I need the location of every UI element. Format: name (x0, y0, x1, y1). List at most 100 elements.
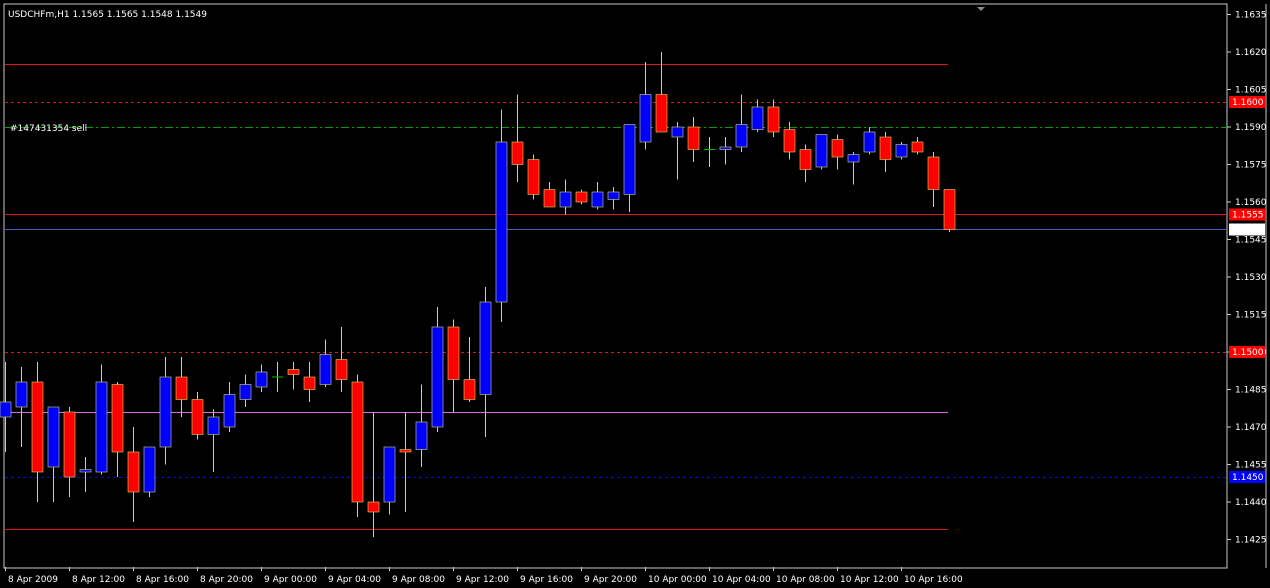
candle-10 (159, 357, 172, 465)
candle-body (511, 141, 524, 165)
candle-6 (95, 364, 108, 475)
candle-body (383, 446, 396, 503)
candle-32 (511, 94, 524, 182)
candle-18 (287, 362, 300, 390)
candle-body (255, 371, 268, 388)
y-tick-label: 1.1560 (1235, 198, 1267, 208)
candle-body (655, 94, 668, 133)
chart-shift-marker-icon[interactable] (977, 7, 985, 11)
candle-body (543, 189, 556, 208)
y-tick-label: 1.1470 (1235, 423, 1267, 433)
x-tick-label: 10 Apr 04:00 (712, 575, 771, 585)
symbol-info-label: USDCHFm,H1 1.1565 1.1565 1.1548 1.1549 (8, 10, 207, 20)
price-tag-3: 1.1500 (1229, 346, 1265, 358)
price-tag-2: 1.1549 (1229, 223, 1265, 236)
candle-39 (623, 124, 636, 212)
candle-44 (704, 137, 715, 167)
y-tick-label: 1.1590 (1235, 123, 1267, 133)
y-tick-label: 1.1530 (1235, 273, 1267, 283)
candle-57 (911, 137, 924, 155)
candle-body (943, 189, 956, 230)
candle-body (863, 131, 876, 153)
candle-56 (895, 142, 908, 160)
x-tick-label: 10 Apr 16:00 (904, 575, 963, 585)
candle-body (335, 359, 348, 380)
candle-body (911, 141, 924, 153)
candle-1 (15, 367, 28, 447)
candle-body (639, 94, 652, 143)
x-tick-label: 8 Apr 20:00 (200, 575, 253, 585)
y-tick-label: 1.1440 (1235, 498, 1267, 508)
price-tag-label: 1.1450 (1232, 473, 1264, 483)
candle-body (687, 126, 700, 150)
plot-frame (3, 3, 1228, 569)
x-tick-label: 8 Apr 2009 (8, 575, 58, 585)
candle-20 (319, 339, 332, 387)
candle-45 (719, 137, 732, 165)
candle-body (15, 381, 28, 408)
candle-body (95, 381, 108, 473)
candle-0 (0, 362, 12, 452)
candle-59 (943, 189, 956, 232)
candle-53 (847, 152, 860, 185)
candle-11 (175, 357, 188, 417)
candle-body (207, 416, 220, 435)
candle-body (527, 159, 540, 195)
x-tick-label: 8 Apr 16:00 (136, 575, 189, 585)
candle-27 (431, 307, 444, 432)
candle-23 (367, 412, 380, 537)
candle-body (623, 124, 636, 195)
candle-19 (303, 362, 316, 402)
candle-26 (415, 384, 428, 467)
y-tick-label: 1.1605 (1235, 86, 1267, 96)
y-tick-label: 1.1515 (1235, 311, 1267, 321)
candle-body (47, 406, 60, 468)
candle-4 (63, 407, 76, 497)
candle-3 (47, 406, 60, 502)
candle-24 (383, 446, 396, 515)
candle-29 (463, 337, 476, 402)
price-tag-1: 1.1555 (1229, 208, 1265, 221)
candle-47 (751, 99, 764, 132)
chart-window[interactable]: 1.1635 1.1620 1.1605 1.1590 1.1575 1.1560 1.15… (0, 0, 1270, 588)
candle-43 (687, 117, 700, 162)
candle-body (367, 501, 380, 513)
candle-31 (495, 109, 508, 322)
x-tick-label: 9 Apr 00:00 (264, 575, 317, 585)
candle-14 (223, 382, 236, 432)
y-tick-label: 1.1545 (1235, 236, 1267, 246)
candle-body (479, 301, 492, 395)
price-tag-4: 1.1450 (1229, 471, 1265, 483)
candle-37 (591, 182, 604, 210)
y-tick-label: 1.1485 (1235, 386, 1267, 396)
candle-28 (447, 319, 460, 412)
price-chart[interactable]: 1.1635 1.1620 1.1605 1.1590 1.1575 1.1560 1.15… (0, 0, 1270, 588)
candle-54 (863, 127, 876, 155)
candle-58 (927, 152, 940, 207)
x-tick-label: 9 Apr 04:00 (328, 575, 381, 585)
candle-body (831, 139, 844, 158)
candle-body (607, 191, 620, 200)
x-tick-label: 9 Apr 12:00 (456, 575, 509, 585)
candle-body (783, 129, 796, 153)
candle-body (431, 326, 444, 428)
candle-2 (31, 362, 44, 502)
candle-48 (767, 99, 780, 137)
price-axis-layer: 1.1635 1.1620 1.1605 1.1590 1.1575 1.1560 1.15… (1227, 11, 1267, 546)
candle-body (319, 354, 332, 385)
candle-15 (239, 374, 252, 407)
candle-body (351, 381, 364, 503)
candle-7 (111, 382, 124, 477)
candle-17 (272, 362, 283, 392)
candle-body (175, 376, 188, 400)
candle-body (447, 326, 460, 380)
candle-body (799, 149, 812, 170)
candle-body (239, 384, 252, 400)
candle-25 (399, 412, 412, 512)
candle-30 (479, 287, 492, 437)
candle-body (735, 124, 748, 148)
candle-body (751, 106, 764, 130)
x-tick-label: 9 Apr 20:00 (584, 575, 637, 585)
x-tick-label: 9 Apr 16:00 (520, 575, 573, 585)
candle-body (495, 141, 508, 303)
